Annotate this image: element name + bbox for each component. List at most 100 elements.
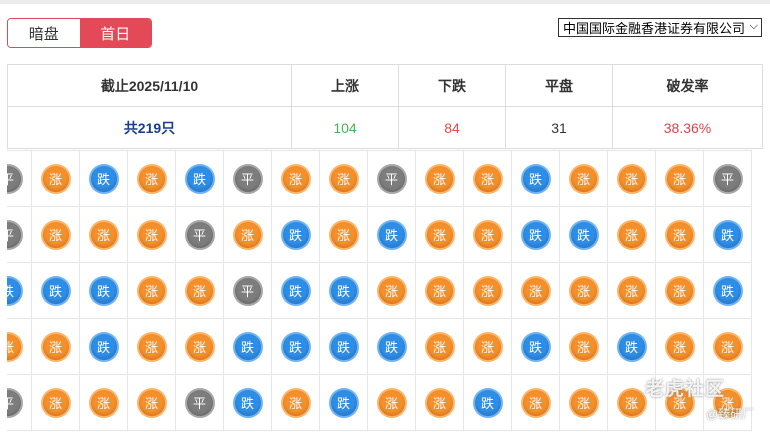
- result-ball-up[interactable]: 涨: [328, 219, 359, 250]
- result-ball-flat[interactable]: 平: [376, 163, 407, 194]
- result-ball-down[interactable]: 跌: [40, 275, 71, 306]
- result-ball-up[interactable]: 涨: [616, 219, 647, 250]
- result-ball-up[interactable]: 涨: [568, 275, 599, 306]
- result-ball-down[interactable]: 跌: [328, 275, 359, 306]
- result-ball-up[interactable]: 涨: [40, 163, 71, 194]
- result-ball-up[interactable]: 涨: [40, 387, 71, 418]
- result-ball-up[interactable]: 涨: [472, 163, 503, 194]
- result-ball-up[interactable]: 涨: [616, 163, 647, 194]
- grid-cell: 跌: [512, 319, 560, 375]
- result-ball-down[interactable]: 跌: [568, 219, 599, 250]
- broker-select[interactable]: 中国国际金融香港证券有限公司 ⌵: [558, 18, 762, 37]
- result-ball-down[interactable]: 跌: [280, 219, 311, 250]
- result-ball-up[interactable]: 涨: [424, 219, 455, 250]
- result-ball-down[interactable]: 跌: [712, 275, 743, 306]
- result-ball-down[interactable]: 跌: [184, 163, 215, 194]
- grid-cell: 跌: [368, 207, 416, 263]
- result-ball-flat[interactable]: 平: [184, 219, 215, 250]
- result-ball-up[interactable]: 涨: [664, 219, 695, 250]
- grid-cell: 涨: [368, 375, 416, 431]
- grid-cell: 平: [368, 151, 416, 207]
- result-ball-down[interactable]: 跌: [520, 331, 551, 362]
- result-ball-down[interactable]: 跌: [280, 275, 311, 306]
- result-ball-up[interactable]: 涨: [376, 275, 407, 306]
- result-ball-down[interactable]: 跌: [520, 163, 551, 194]
- result-ball-up[interactable]: 涨: [616, 387, 647, 418]
- result-ball-up[interactable]: 涨: [712, 331, 743, 362]
- header-break-rate: 破发率: [612, 64, 763, 107]
- result-ball-up[interactable]: 涨: [664, 331, 695, 362]
- result-ball-down[interactable]: 跌: [328, 331, 359, 362]
- result-ball-up[interactable]: 涨: [472, 219, 503, 250]
- result-ball-down[interactable]: 跌: [520, 219, 551, 250]
- result-ball-up[interactable]: 涨: [616, 275, 647, 306]
- result-ball-up[interactable]: 涨: [520, 275, 551, 306]
- result-ball-flat[interactable]: 平: [7, 163, 23, 194]
- tab-first-day[interactable]: 首日: [79, 19, 151, 47]
- result-ball-up[interactable]: 涨: [136, 331, 167, 362]
- result-ball-up[interactable]: 涨: [424, 275, 455, 306]
- result-ball-up[interactable]: 涨: [472, 331, 503, 362]
- result-ball-up[interactable]: 涨: [184, 331, 215, 362]
- grid-cell: 涨: [272, 375, 320, 431]
- tab-dark-market[interactable]: 暗盘: [8, 19, 80, 47]
- result-ball-up[interactable]: 涨: [664, 163, 695, 194]
- result-ball-flat[interactable]: 平: [7, 387, 23, 418]
- result-ball-up[interactable]: 涨: [664, 275, 695, 306]
- result-ball-down[interactable]: 跌: [232, 387, 263, 418]
- result-ball-up[interactable]: 涨: [568, 331, 599, 362]
- result-ball-up[interactable]: 涨: [376, 387, 407, 418]
- grid-cell: 涨: [464, 263, 512, 319]
- result-ball-up[interactable]: 涨: [40, 331, 71, 362]
- top-divider: [0, 0, 770, 4]
- result-ball-flat[interactable]: 平: [712, 163, 743, 194]
- result-ball-up[interactable]: 涨: [88, 219, 119, 250]
- result-ball-down[interactable]: 跌: [88, 163, 119, 194]
- grid-cell: 跌: [320, 319, 368, 375]
- grid-cell: 涨: [224, 207, 272, 263]
- result-ball-up[interactable]: 涨: [7, 331, 23, 362]
- grid-cell: 涨: [512, 263, 560, 319]
- result-ball-up[interactable]: 涨: [472, 275, 503, 306]
- result-ball-up[interactable]: 涨: [88, 387, 119, 418]
- result-ball-down[interactable]: 跌: [616, 331, 647, 362]
- result-ball-flat[interactable]: 平: [232, 163, 263, 194]
- result-ball-up[interactable]: 涨: [568, 387, 599, 418]
- result-ball-down[interactable]: 跌: [280, 331, 311, 362]
- grid-cell: 跌: [80, 263, 128, 319]
- grid-cell: 平: [704, 151, 752, 207]
- grid-cell: 跌: [320, 375, 368, 431]
- result-ball-up[interactable]: 涨: [424, 331, 455, 362]
- result-ball-down[interactable]: 跌: [88, 275, 119, 306]
- header-down: 下跌: [398, 64, 506, 107]
- result-ball-flat[interactable]: 平: [184, 387, 215, 418]
- result-ball-up[interactable]: 涨: [136, 275, 167, 306]
- result-ball-down[interactable]: 跌: [88, 331, 119, 362]
- grid-cell: 平: [224, 263, 272, 319]
- result-ball-down[interactable]: 跌: [376, 331, 407, 362]
- result-ball-down[interactable]: 跌: [712, 219, 743, 250]
- result-ball-up[interactable]: 涨: [136, 219, 167, 250]
- result-ball-up[interactable]: 涨: [424, 387, 455, 418]
- result-ball-down[interactable]: 跌: [232, 331, 263, 362]
- result-ball-down[interactable]: 跌: [376, 219, 407, 250]
- result-ball-up[interactable]: 涨: [280, 387, 311, 418]
- result-ball-up[interactable]: 涨: [136, 163, 167, 194]
- result-ball-up[interactable]: 涨: [424, 163, 455, 194]
- result-ball-up[interactable]: 涨: [40, 219, 71, 250]
- result-ball-down[interactable]: 跌: [328, 387, 359, 418]
- result-ball-flat[interactable]: 平: [7, 219, 23, 250]
- result-ball-up[interactable]: 涨: [136, 387, 167, 418]
- result-ball-down[interactable]: 跌: [472, 387, 503, 418]
- grid-cell: 跌: [512, 151, 560, 207]
- result-ball-up[interactable]: 涨: [184, 275, 215, 306]
- result-ball-up[interactable]: 涨: [280, 163, 311, 194]
- grid-cell: 涨: [320, 207, 368, 263]
- result-ball-up[interactable]: 涨: [232, 219, 263, 250]
- result-ball-flat[interactable]: 平: [232, 275, 263, 306]
- result-ball-up[interactable]: 涨: [568, 163, 599, 194]
- result-ball-up[interactable]: 涨: [520, 387, 551, 418]
- result-ball-up[interactable]: 涨: [328, 163, 359, 194]
- grid-cell: 涨: [32, 207, 80, 263]
- result-ball-down[interactable]: 跌: [7, 275, 23, 306]
